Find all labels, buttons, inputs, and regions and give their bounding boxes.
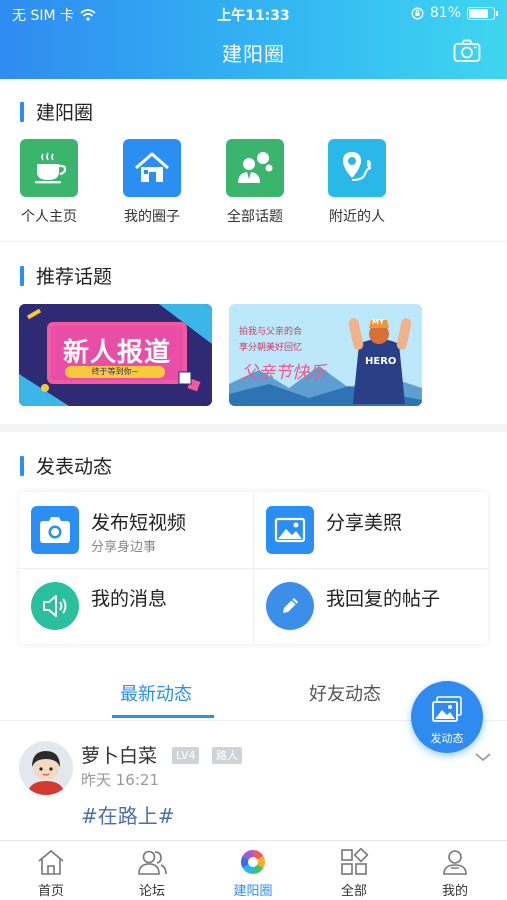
avatar-image: [19, 741, 73, 795]
divider: [0, 241, 507, 242]
topic-banner-newcomer[interactable]: 新人报道 终于等到你~: [19, 304, 212, 406]
newcomer-banner-subtitle: 终于等到你~: [91, 367, 139, 376]
my-messages-button[interactable]: 我的消息: [19, 568, 253, 644]
quick-link-label: 全部话题: [227, 209, 283, 225]
nav-label: 建阳圈: [233, 884, 273, 899]
speaker-icon: [31, 582, 79, 630]
grid-cell-title: 我的消息: [91, 588, 168, 610]
nav-item-jianyang-circle[interactable]: 建阳圈: [213, 847, 293, 899]
battery-fill: [469, 8, 488, 18]
nav-item-home[interactable]: 首页: [11, 847, 91, 899]
fab-label: 发动态: [430, 732, 464, 745]
chevron-down-icon[interactable]: [474, 750, 492, 764]
quick-link-personal-home[interactable]: 个人主页: [14, 139, 84, 226]
quick-link-nearby-people[interactable]: 附近的人: [322, 139, 392, 226]
aperture-icon: [237, 847, 269, 877]
fathers-day-line1: 拍我与父亲的合: [239, 327, 303, 337]
app-screen: 无 SIM 卡 上午11:33 81% 建阳圈 建阳圈 个人主页 我的圈子 全部…: [0, 0, 507, 900]
section-title-post-update: 发表动态: [20, 452, 112, 479]
topic-banner-fathers-day[interactable]: 拍我与父亲的合 享分朝美好回忆 父亲节快乐 HERO MY: [229, 304, 422, 406]
nav-label: 我的: [441, 884, 468, 899]
quick-link-label: 附近的人: [329, 209, 385, 225]
post-time: 昨天 16:21: [81, 771, 159, 789]
orientation-lock-icon: [411, 7, 424, 19]
nav-label: 论坛: [138, 884, 165, 899]
section-accent-bar: [20, 101, 24, 122]
user-icon: [439, 847, 471, 877]
section-title-text: 建阳圈: [36, 102, 94, 124]
post-short-video-button[interactable]: 发布短视频 分享身边事: [19, 492, 253, 568]
avatar[interactable]: [19, 741, 73, 795]
post-update-fab[interactable]: 发动态: [411, 681, 483, 753]
home-icon: [35, 847, 67, 877]
fathers-day-shirt-text: HERO: [365, 356, 397, 367]
grid-cell-title: 发布短视频: [91, 512, 187, 534]
status-bar: 无 SIM 卡 上午11:33 81%: [0, 0, 507, 28]
fathers-day-banner-art: [229, 304, 422, 406]
section-accent-bar: [20, 455, 24, 476]
camera-icon: [31, 506, 79, 554]
header: 无 SIM 卡 上午11:33 81% 建阳圈: [0, 0, 507, 79]
quick-link-label: 我的圈子: [124, 209, 180, 225]
newcomer-banner-title: 新人报道: [62, 338, 171, 368]
section-title-recommended: 推荐话题: [20, 262, 112, 289]
grid-cell-title: 我回复的帖子: [326, 588, 441, 610]
role-badge: 路人: [212, 747, 242, 764]
section-title-text: 推荐话题: [36, 266, 113, 288]
bottom-navigation: 首页 论坛 建阳圈 全部 我的: [0, 840, 507, 900]
section-title-jianyang: 建阳圈: [20, 98, 93, 125]
divider: [0, 424, 507, 432]
camera-icon[interactable]: [453, 39, 481, 63]
quick-link-label: 个人主页: [21, 209, 77, 225]
nav-item-all[interactable]: 全部: [314, 847, 394, 899]
status-right: 81%: [411, 5, 498, 21]
quick-link-all-topics[interactable]: 全部话题: [220, 139, 290, 226]
tab-friends[interactable]: 好友动态: [309, 680, 381, 706]
person-chat-icon: [226, 139, 284, 197]
level-badge: LV4: [172, 747, 200, 764]
battery-icon: [467, 6, 498, 20]
section-accent-bar: [20, 265, 24, 286]
nav-label: 全部: [340, 884, 367, 899]
post-action-grid: 发布短视频 分享身边事 分享美照 我的消息 我回复的帖子: [19, 492, 488, 644]
section-title-text: 发表动态: [36, 456, 113, 478]
coffee-cup-icon: [20, 139, 78, 197]
pencil-icon: [266, 582, 314, 630]
nav-item-forum[interactable]: 论坛: [112, 847, 192, 899]
fathers-day-cap-text: MY: [372, 318, 385, 326]
page-title: 建阳圈: [222, 42, 285, 66]
fathers-day-line2: 享分朝美好回忆: [239, 343, 303, 353]
post-username[interactable]: 萝卜白菜: [81, 741, 157, 768]
grid-icon: [338, 847, 370, 877]
tab-latest[interactable]: 最新动态: [120, 680, 192, 706]
share-photo-button[interactable]: 分享美照: [254, 492, 488, 568]
image-icon: [432, 696, 462, 722]
fathers-day-title: 父亲节快乐: [241, 363, 326, 383]
my-replies-button[interactable]: 我回复的帖子: [254, 568, 488, 644]
active-tab-indicator: [112, 715, 214, 718]
nav-label: 首页: [37, 884, 64, 899]
house-icon: [123, 139, 181, 197]
nav-item-mine[interactable]: 我的: [415, 847, 495, 899]
quick-link-my-circle[interactable]: 我的圈子: [117, 139, 187, 226]
battery-percent: 81%: [429, 5, 461, 21]
grid-cell-title: 分享美照: [326, 512, 403, 534]
grid-cell-subtitle: 分享身边事: [91, 540, 157, 555]
map-pin-icon: [328, 139, 386, 197]
image-icon: [266, 506, 314, 554]
people-icon: [136, 847, 168, 877]
post-topic-tag[interactable]: #在路上#: [81, 800, 175, 829]
